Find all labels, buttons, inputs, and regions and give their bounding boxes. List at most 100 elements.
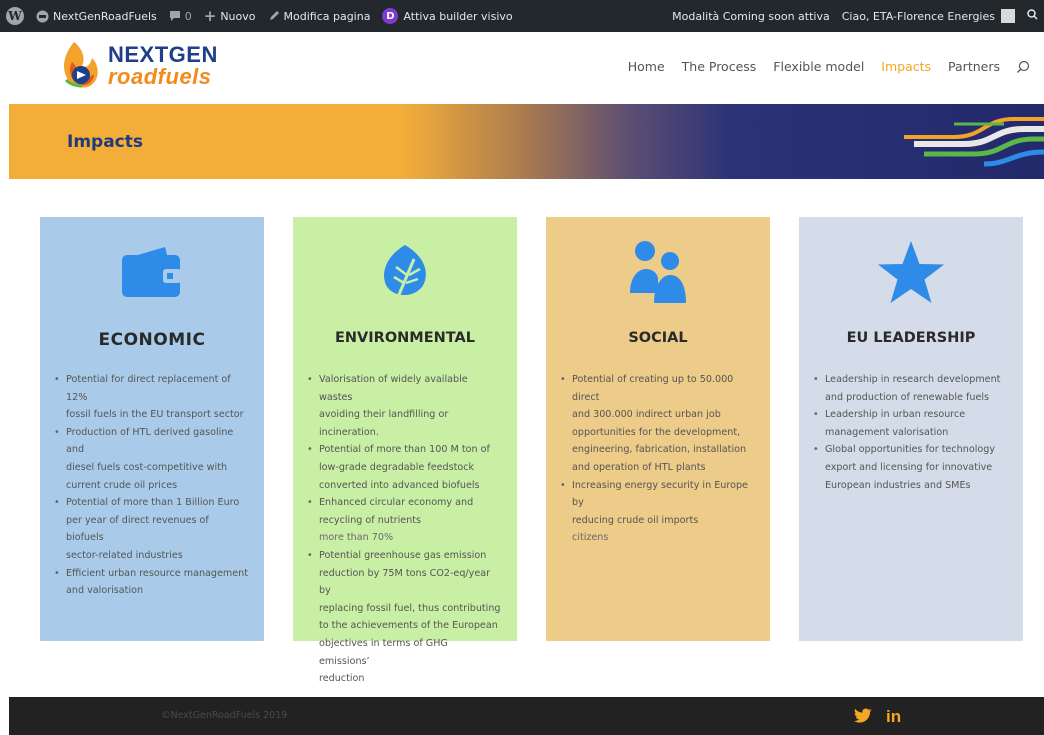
logo-line1: NEXTGEN bbox=[108, 42, 218, 67]
nav-item-home[interactable]: Home bbox=[628, 59, 665, 74]
list-item: opportunities for the development, bbox=[572, 426, 741, 438]
list-item: and valorisation bbox=[66, 585, 144, 597]
card-environmental: ENVIRONMENTAL Valorisation of widely ava… bbox=[293, 217, 517, 684]
comments-menu[interactable]: 0 bbox=[163, 0, 198, 32]
coming-soon-label: Modalità Coming soon attiva bbox=[672, 9, 830, 23]
avatar bbox=[1001, 9, 1015, 23]
admin-bar: W NextGenRoadFuels 0 + Nuovo Modifica pa… bbox=[0, 0, 1044, 32]
list-item: low-grade degradable feedstock bbox=[319, 461, 475, 473]
list-item: Potential of creating up to 50.000 direc… bbox=[560, 371, 754, 406]
wp-logo-menu[interactable]: W bbox=[0, 0, 30, 32]
card-title: ECONOMIC bbox=[98, 330, 206, 350]
card-title: SOCIAL bbox=[628, 330, 688, 346]
nav-item-flexible-model[interactable]: Flexible model bbox=[773, 59, 864, 74]
site-name: NextGenRoadFuels bbox=[53, 9, 157, 23]
page-title: Impacts bbox=[67, 132, 144, 152]
site-header: NEXTGEN roadfuels Home The Process Flexi… bbox=[0, 32, 1044, 104]
list-item: and 300.000 indirect urban job bbox=[572, 409, 721, 421]
list-item: current crude oil prices bbox=[66, 479, 178, 491]
dashboard-icon bbox=[36, 10, 49, 23]
twitter-icon[interactable] bbox=[854, 708, 872, 727]
copyright: ©NextGenRoadFuels 2019 bbox=[161, 710, 288, 721]
list-item: Leadership in research development bbox=[813, 371, 1007, 389]
list-item: fossil fuels in the EU transport sector bbox=[66, 409, 244, 421]
list-item: recycling of nutrients bbox=[319, 514, 421, 526]
list-item: Potential for direct replacement of 12% bbox=[54, 371, 248, 406]
list-item: Production of HTL derived gasoline and bbox=[54, 424, 248, 459]
page-banner: Impacts bbox=[9, 104, 1044, 179]
star-icon bbox=[799, 237, 1023, 317]
admin-search[interactable] bbox=[1021, 0, 1044, 32]
list-item: reduction bbox=[319, 673, 365, 685]
list-item: and operation of HTL plants bbox=[572, 461, 706, 473]
card-list: Potential for direct replacement of 12% … bbox=[54, 371, 248, 600]
nav-item-impacts[interactable]: Impacts bbox=[881, 59, 931, 74]
visual-builder-link[interactable]: D Attiva builder visivo bbox=[376, 0, 518, 32]
greeting: Ciao, ETA-Florence Energies bbox=[841, 9, 995, 23]
card-economic: ECONOMIC Potential for direct replacemen… bbox=[40, 217, 264, 641]
leaf-icon bbox=[293, 237, 517, 317]
road-graphic-icon bbox=[904, 117, 1044, 167]
list-item: sector-related industries bbox=[66, 549, 183, 561]
nav-item-partners[interactable]: Partners bbox=[948, 59, 1000, 74]
card-title: EU LEADERSHIP bbox=[846, 330, 976, 346]
list-item: Enhanced circular economy and bbox=[307, 494, 501, 512]
search-icon bbox=[1027, 9, 1038, 23]
list-item: reducing crude oil imports bbox=[572, 514, 699, 526]
list-item: reduction by 75M tons CO2-eq/year by bbox=[319, 567, 491, 597]
logo-flame-icon bbox=[60, 40, 102, 92]
list-item: converted into advanced biofuels bbox=[319, 479, 480, 491]
site-logo[interactable]: NEXTGEN roadfuels bbox=[60, 40, 218, 92]
list-item: more than 70% bbox=[319, 532, 394, 544]
logo-line2: roadfuels bbox=[108, 64, 212, 89]
list-item: objectives in terms of GHG emissions’ bbox=[319, 637, 448, 667]
account-menu[interactable]: Ciao, ETA-Florence Energies bbox=[836, 0, 1021, 32]
comment-icon bbox=[169, 10, 181, 22]
wordpress-icon: W bbox=[6, 7, 24, 25]
comments-count: 0 bbox=[184, 9, 192, 23]
wallet-icon bbox=[40, 237, 264, 317]
edit-page-link[interactable]: Modifica pagina bbox=[262, 0, 377, 32]
card-title: ENVIRONMENTAL bbox=[335, 330, 475, 346]
list-item: Increasing energy security in Europe by bbox=[560, 477, 754, 512]
list-item: Leadership in urban resource bbox=[813, 406, 1007, 424]
list-item: avoiding their landfilling or incinerati… bbox=[319, 409, 449, 438]
list-item: management valorisation bbox=[825, 426, 949, 438]
list-item: engineering, fabrication, installation bbox=[572, 444, 747, 456]
card-eu-leadership: EU LEADERSHIP Leadership in research dev… bbox=[799, 217, 1023, 641]
list-item: Efficient urban resource management bbox=[54, 565, 248, 583]
card-list: Leadership in research development and p… bbox=[813, 371, 1007, 494]
list-item: Potential of more than 100 M ton of bbox=[307, 441, 501, 459]
site-footer: ©NextGenRoadFuels 2019 in bbox=[9, 697, 1044, 735]
linkedin-icon[interactable]: in bbox=[886, 707, 901, 727]
list-item: European industries and SMEs bbox=[825, 479, 971, 491]
divi-icon: D bbox=[382, 8, 399, 24]
card-list: Valorisation of widely available wastes … bbox=[307, 371, 501, 688]
card-list: Potential of creating up to 50.000 direc… bbox=[560, 371, 754, 547]
list-item: diesel fuels cost-competitive with bbox=[66, 461, 228, 473]
users-icon bbox=[546, 237, 770, 317]
builder-label: Attiva builder visivo bbox=[403, 9, 513, 23]
new-label: Nuovo bbox=[220, 9, 256, 23]
search-icon[interactable] bbox=[1016, 60, 1030, 74]
pencil-icon bbox=[268, 10, 280, 22]
coming-soon-status[interactable]: Modalità Coming soon attiva bbox=[666, 0, 836, 32]
list-item: citizens bbox=[572, 532, 609, 544]
edit-page-label: Modifica pagina bbox=[283, 9, 371, 23]
list-item: per year of direct revenues of biofuels bbox=[66, 514, 209, 544]
card-social: SOCIAL Potential of creating up to 50.00… bbox=[546, 217, 770, 641]
nav-item-the-process[interactable]: The Process bbox=[682, 59, 757, 74]
site-name-menu[interactable]: NextGenRoadFuels bbox=[30, 0, 163, 32]
new-content-menu[interactable]: + Nuovo bbox=[198, 0, 262, 32]
main-nav: Home The Process Flexible model Impacts … bbox=[611, 59, 1030, 74]
list-item: Valorisation of widely available wastes bbox=[307, 371, 501, 406]
list-item: Potential of more than 1 Billion Euro bbox=[54, 494, 248, 512]
list-item: replacing fossil fuel, thus contributing bbox=[319, 602, 501, 614]
list-item: to the achievements of the European bbox=[319, 620, 498, 632]
list-item: export and licensing for innovative bbox=[825, 461, 993, 473]
list-item: Global opportunities for technology bbox=[813, 441, 1007, 459]
plus-icon: + bbox=[203, 7, 217, 25]
list-item: and production of renewable fuels bbox=[825, 391, 990, 403]
social-links: in bbox=[854, 707, 901, 727]
list-item: Potential greenhouse gas emission bbox=[307, 547, 501, 565]
